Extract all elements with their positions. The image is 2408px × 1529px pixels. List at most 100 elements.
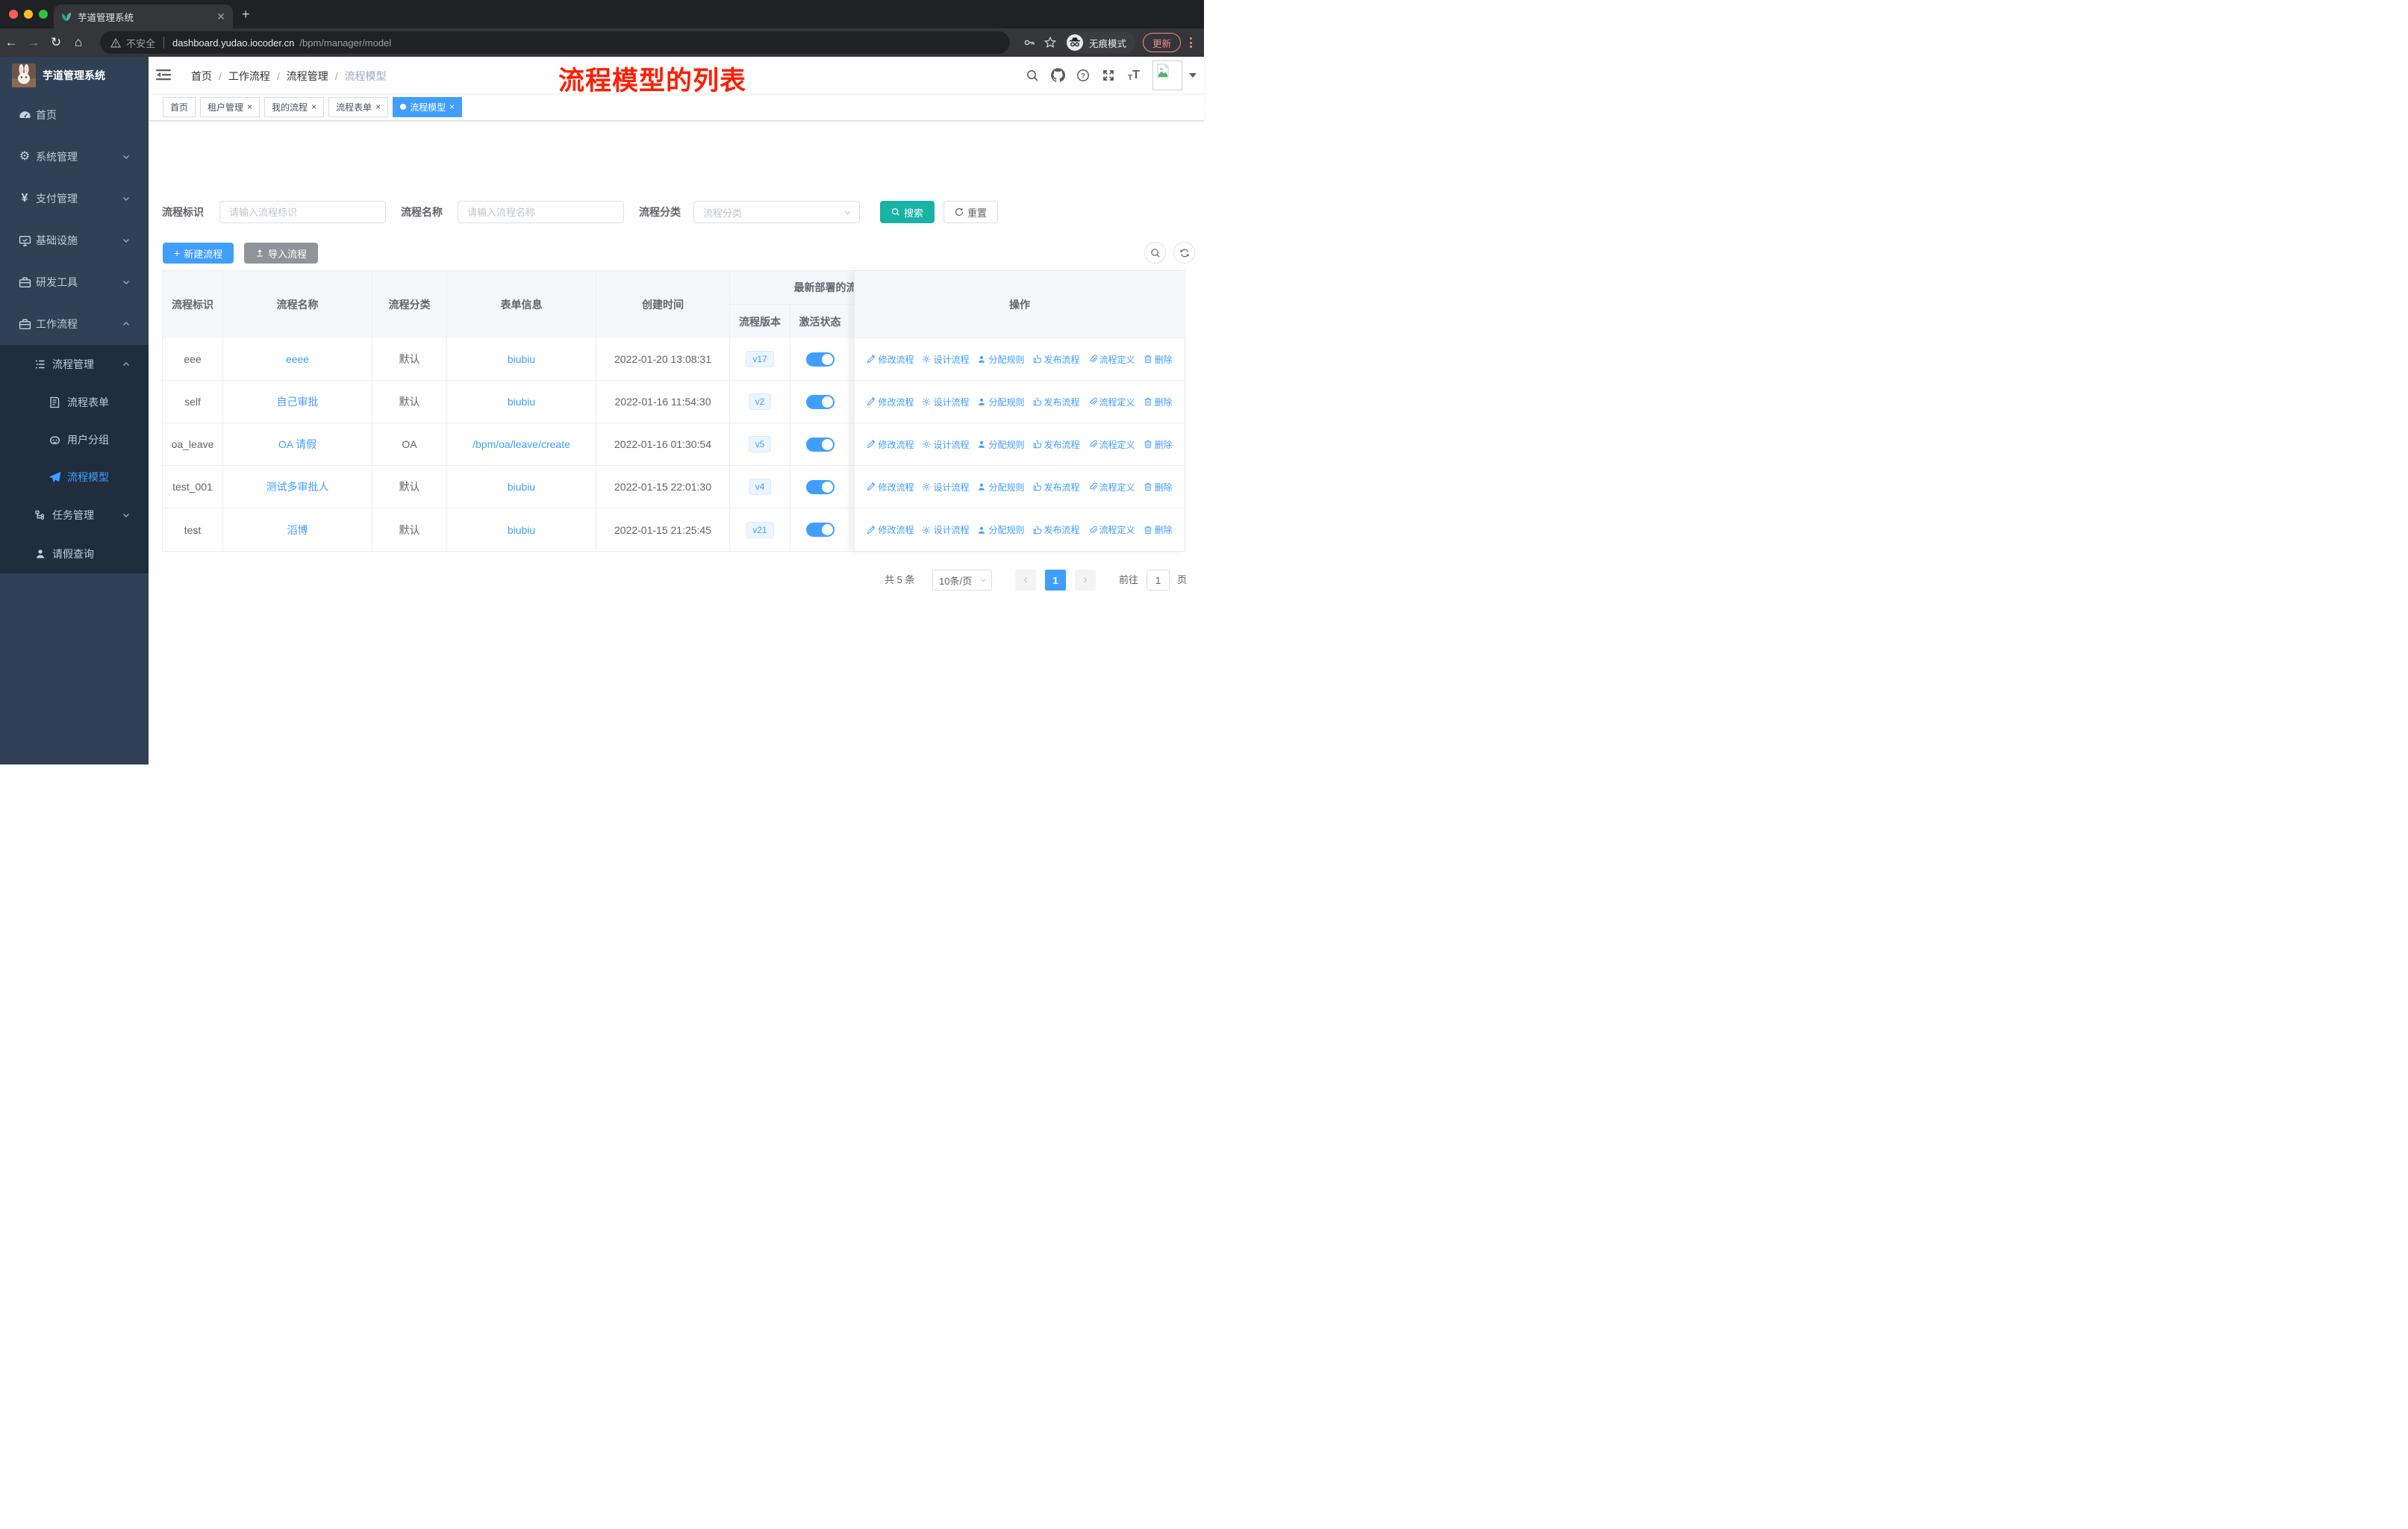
sidebar-item-infrastructure[interactable]: 基础设施 [0,219,149,261]
modify-process-link[interactable]: 修改流程 [867,481,914,493]
tag-process-model[interactable]: 流程模型 × [393,96,463,117]
address-bar[interactable]: 不安全 dashboard.yudao.iocoder.cn/bpm/manag… [100,31,1010,54]
activation-toggle[interactable] [805,352,835,367]
page-1-button[interactable]: 1 [1045,570,1066,591]
tag-close-icon[interactable]: × [449,102,455,112]
logo[interactable]: 芋道管理系统 [0,57,149,94]
tag-my-process[interactable]: 我的流程 × [264,96,325,117]
tag-close-icon[interactable]: × [311,102,316,112]
process-definition-link[interactable]: 流程定义 [1088,523,1135,536]
process-name-link[interactable]: eeee [286,353,309,365]
search-icon[interactable] [1020,69,1045,82]
page-size-select[interactable]: 10条/页 [932,570,992,591]
delete-link[interactable]: 删除 [1144,523,1173,536]
reset-button[interactable]: 重置 [943,201,999,223]
process-name-link[interactable]: 自己审批 [277,394,319,409]
sidebar-item-task-management[interactable]: 任务管理 [0,496,149,535]
next-page-button[interactable]: › [1075,570,1096,591]
form-link[interactable]: biubiu [508,353,535,365]
activation-toggle[interactable] [805,394,835,409]
sidebar-item-process-model[interactable]: 流程模型 [0,458,149,496]
assign-rule-link[interactable]: 分配规则 [977,481,1025,493]
form-link[interactable]: /bpm/oa/leave/create [472,438,570,450]
activation-toggle[interactable] [805,437,835,452]
publish-process-link[interactable]: 发布流程 [1033,481,1080,493]
publish-process-link[interactable]: 发布流程 [1033,353,1080,366]
fullscreen-icon[interactable] [1096,69,1121,82]
process-definition-link[interactable]: 流程定义 [1088,396,1135,408]
tab-close-icon[interactable]: ✕ [216,10,225,23]
publish-process-link[interactable]: 发布流程 [1033,396,1080,408]
avatar[interactable] [1152,60,1182,90]
design-process-link[interactable]: 设计流程 [922,353,969,366]
key-icon[interactable] [1023,36,1036,49]
tag-process-form[interactable]: 流程表单 × [328,96,389,117]
forward-icon[interactable]: → [22,35,45,50]
process-name-link[interactable]: 滔博 [287,523,308,538]
process-name-input[interactable] [458,201,624,223]
avatar-caret-icon[interactable] [1189,72,1197,78]
import-process-button[interactable]: 导入流程 [244,243,319,264]
sidebar-item-process-management[interactable]: 流程管理 [0,345,149,384]
github-icon[interactable] [1045,68,1070,82]
create-process-button[interactable]: + 新建流程 [163,243,234,264]
minimize-window-button[interactable] [24,10,33,19]
assign-rule-link[interactable]: 分配规则 [977,396,1025,408]
publish-process-link[interactable]: 发布流程 [1033,523,1080,536]
assign-rule-link[interactable]: 分配规则 [977,523,1025,536]
back-icon[interactable]: ← [0,35,22,50]
toggle-search-button[interactable] [1144,242,1166,264]
design-process-link[interactable]: 设计流程 [922,481,969,493]
sidebar-item-payment[interactable]: ¥ 支付管理 [0,178,149,219]
reload-icon[interactable]: ↻ [45,35,67,50]
process-category-select[interactable]: 流程分类 [693,201,860,223]
sidebar-item-process-form[interactable]: 流程表单 [0,384,149,421]
process-key-input[interactable] [219,201,386,223]
refresh-table-button[interactable] [1173,242,1195,264]
goto-page-input[interactable] [1147,570,1170,591]
process-definition-link[interactable]: 流程定义 [1088,481,1135,493]
modify-process-link[interactable]: 修改流程 [867,523,914,536]
process-name-link[interactable]: 测试多审批人 [266,479,329,494]
modify-process-link[interactable]: 修改流程 [867,353,914,366]
design-process-link[interactable]: 设计流程 [922,523,969,536]
update-button[interactable]: 更新 [1142,33,1181,52]
new-tab-button[interactable]: + [242,7,250,21]
browser-tab[interactable]: 芋道管理系统 ✕ [54,4,233,28]
tag-close-icon[interactable]: × [375,102,381,112]
process-definition-link[interactable]: 流程定义 [1088,353,1135,366]
sidebar-item-workflow[interactable]: 工作流程 [0,303,149,345]
font-size-icon[interactable]: TT [1121,69,1147,82]
assign-rule-link[interactable]: 分配规则 [977,353,1025,366]
process-name-link[interactable]: OA 请假 [278,437,316,452]
search-button[interactable]: 搜索 [880,201,935,223]
delete-link[interactable]: 删除 [1144,353,1173,366]
form-link[interactable]: biubiu [508,481,535,493]
prev-page-button[interactable]: ‹ [1015,570,1036,591]
assign-rule-link[interactable]: 分配规则 [977,438,1025,451]
sidebar-item-user-group[interactable]: 用户分组 [0,421,149,458]
publish-process-link[interactable]: 发布流程 [1033,438,1080,451]
form-link[interactable]: biubiu [508,396,535,408]
home-icon[interactable]: ⌂ [67,35,90,50]
sidebar-item-leave-query[interactable]: 请假查询 [0,535,149,573]
sidebar-item-system[interactable]: ⚙ 系统管理 [0,136,149,178]
hamburger-icon[interactable] [156,68,171,81]
breadcrumb-process-management[interactable]: 流程管理 [287,70,328,82]
close-window-button[interactable] [9,10,18,19]
form-link[interactable]: biubiu [508,524,535,536]
tag-close-icon[interactable]: × [247,102,252,112]
breadcrumb-workflow[interactable]: 工作流程 [228,70,270,82]
activation-toggle[interactable] [805,479,835,494]
zoom-window-button[interactable] [39,10,48,19]
tag-tenant[interactable]: 租户管理 × [200,96,261,117]
modify-process-link[interactable]: 修改流程 [867,438,914,451]
activation-toggle[interactable] [805,523,835,537]
modify-process-link[interactable]: 修改流程 [867,396,914,408]
sidebar-item-home[interactable]: 首页 [0,94,149,136]
design-process-link[interactable]: 设计流程 [922,396,969,408]
delete-link[interactable]: 删除 [1144,438,1173,451]
design-process-link[interactable]: 设计流程 [922,438,969,451]
sidebar-item-dev-tools[interactable]: 研发工具 [0,261,149,303]
security-label[interactable]: 不安全 [126,36,155,50]
